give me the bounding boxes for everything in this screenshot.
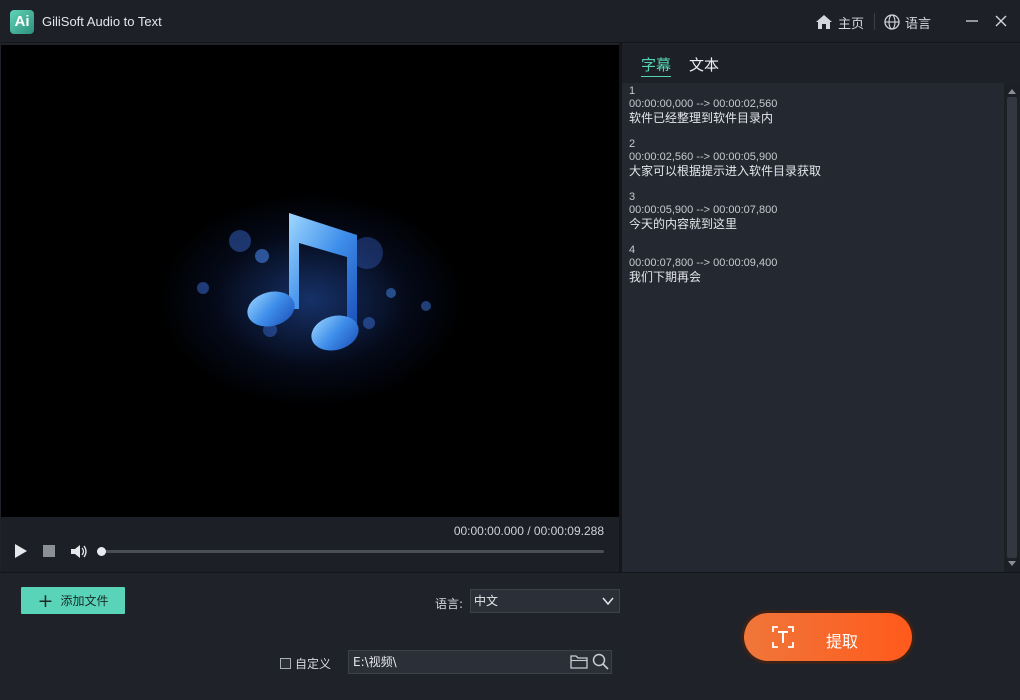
search-icon[interactable] — [592, 653, 609, 670]
recognition-language-select[interactable]: 中文 — [470, 589, 620, 613]
bokeh-light — [386, 288, 396, 298]
subtitle-time: 00:00:02,560 --> 00:00:05,900 — [629, 151, 778, 163]
app-logo: Ai — [10, 10, 34, 34]
progress-handle[interactable] — [97, 547, 106, 556]
extract-label: 提取 — [826, 632, 859, 651]
progress-bar[interactable] — [97, 547, 604, 556]
subtitle-entry[interactable]: 2 00:00:02,560 --> 00:00:05,900 大家可以根据提示… — [629, 138, 1004, 178]
subtitle-index: 4 — [629, 244, 636, 256]
custom-path-label: 自定义 — [295, 657, 332, 671]
app-window: Ai GiliSoft Audio to Text 主页 语言 00:00:00… — [0, 0, 1020, 700]
scroll-up-icon[interactable] — [1008, 89, 1016, 94]
text-extract-icon — [772, 626, 794, 648]
tab-subtitles[interactable]: 字幕 — [641, 54, 672, 77]
scroll-down-icon[interactable] — [1008, 561, 1016, 566]
globe-icon — [884, 14, 900, 30]
time-total: 00:00:09.288 — [533, 524, 604, 538]
player-controls: 00:00:00.000 / 00:00:09.288 — [1, 517, 619, 572]
playback-time: 00:00:00.000 / 00:00:09.288 — [454, 524, 604, 538]
home-label: 主页 — [838, 16, 865, 32]
app-title: GiliSoft Audio to Text — [42, 14, 162, 29]
extract-button-ring: 提取 — [741, 610, 915, 664]
home-button[interactable]: 主页 — [815, 12, 864, 32]
subtitle-time: 00:00:07,800 --> 00:00:09,400 — [629, 257, 778, 269]
bokeh-light — [421, 301, 431, 311]
plus-icon: + — [37, 589, 54, 612]
subtitle-time: 00:00:05,900 --> 00:00:07,800 — [629, 204, 778, 216]
panel-tabs: 字幕 文本 — [622, 45, 1020, 83]
chevron-down-icon — [602, 597, 614, 606]
add-file-button[interactable]: + 添加文件 — [21, 587, 125, 614]
subtitle-text: 今天的内容就到这里 — [629, 217, 738, 231]
subtitle-index: 2 — [629, 138, 636, 150]
scrollbar-thumb[interactable] — [1007, 97, 1017, 558]
language-value: 中文 — [474, 594, 499, 608]
bottom-toolbar: + 添加文件 语言: 中文 自定义 E:\视频\ 提取 — [0, 572, 1020, 700]
bokeh-light — [197, 282, 209, 294]
folder-icon[interactable] — [570, 654, 588, 669]
add-file-label: 添加文件 — [60, 594, 109, 608]
play-icon[interactable] — [14, 543, 28, 559]
titlebar-divider — [874, 13, 875, 30]
extract-button[interactable]: 提取 — [744, 613, 912, 661]
subtitle-index: 3 — [629, 191, 636, 203]
video-preview — [1, 45, 619, 517]
close-icon[interactable] — [992, 12, 1010, 30]
tab-text[interactable]: 文本 — [689, 54, 719, 75]
subtitle-time: 00:00:00,000 --> 00:00:02,560 — [629, 98, 778, 110]
title-bar: Ai GiliSoft Audio to Text 主页 语言 — [0, 0, 1020, 43]
language-button[interactable]: 语言 — [884, 12, 931, 32]
minimize-icon[interactable] — [963, 12, 981, 30]
volume-icon[interactable] — [70, 544, 88, 559]
home-icon — [816, 15, 832, 29]
subtitle-list[interactable]: 1 00:00:00,000 --> 00:00:02,560 软件已经整理到软… — [622, 83, 1004, 572]
custom-path-checkbox[interactable]: 自定义 — [280, 655, 331, 672]
recognition-language-label: 语言: — [435, 597, 464, 611]
subtitle-text: 大家可以根据提示进入软件目录获取 — [629, 164, 822, 178]
language-menu-label: 语言 — [905, 16, 932, 32]
subtitle-text: 我们下期再会 — [629, 270, 702, 284]
subtitle-scrollbar[interactable] — [1004, 83, 1020, 572]
checkbox-box[interactable] — [280, 658, 291, 669]
subtitle-entry[interactable]: 3 00:00:05,900 --> 00:00:07,800 今天的内容就到这… — [629, 191, 1004, 231]
time-current: 00:00:00.000 — [453, 524, 524, 538]
stop-icon[interactable] — [43, 545, 55, 557]
music-note-icon — [247, 213, 359, 351]
subtitle-text: 软件已经整理到软件目录内 — [629, 111, 774, 125]
subtitle-entry[interactable]: 1 00:00:00,000 --> 00:00:02,560 软件已经整理到软… — [629, 85, 1004, 125]
subtitle-entry[interactable]: 4 00:00:07,800 --> 00:00:09,400 我们下期再会 — [629, 244, 1004, 284]
time-separator: / — [527, 524, 531, 538]
subtitle-panel: 字幕 文本 1 00:00:00,000 --> 00:00:02,560 软件… — [622, 45, 1020, 572]
subtitle-index: 1 — [629, 85, 636, 97]
